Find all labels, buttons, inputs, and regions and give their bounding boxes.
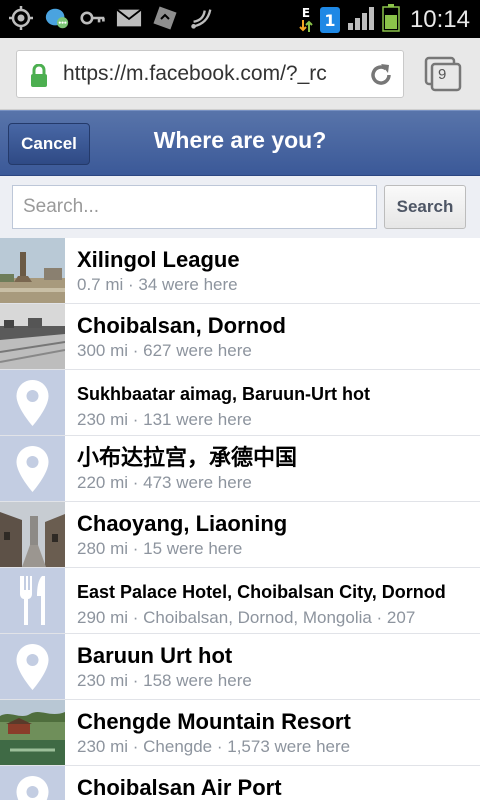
place-item[interactable]: Chengde Mountain Resort 230 mi · Chengde… — [0, 700, 480, 766]
clock: 10:14 — [409, 6, 470, 33]
pin-icon — [0, 436, 65, 501]
place-item[interactable]: 小布达拉宫，承德中国 220 mi · 473 were here — [0, 436, 480, 502]
place-item[interactable]: Choibalsan Air Port — [0, 766, 480, 800]
place-photo — [0, 700, 65, 765]
lock-icon — [29, 63, 49, 92]
place-name: 小布达拉宫，承德中国 — [77, 445, 298, 470]
search-button[interactable]: Search — [384, 185, 466, 229]
place-details: 230 mi · 131 were here — [77, 410, 252, 429]
place-photo — [0, 502, 65, 567]
place-details: 230 mi · 158 were here — [77, 671, 252, 690]
tabs-button[interactable]: 9 — [424, 56, 462, 92]
pin-icon — [0, 766, 65, 800]
place-details: 290 mi · Choibalsan, Dornod, Mongolia · … — [77, 608, 416, 627]
place-item[interactable]: Baruun Urt hot 230 mi · 158 were here — [0, 634, 480, 700]
browser-toolbar: https://m.facebook.com/?_rc 9 — [0, 38, 480, 110]
place-name: Baruun Urt hot — [77, 643, 233, 668]
page-title: Where are you? — [153, 127, 327, 153]
battery-icon — [382, 4, 400, 36]
page-header: Cancel Where are you? — [0, 110, 480, 176]
gps-icon — [8, 5, 34, 31]
nfc-icon — [188, 5, 214, 31]
fork-knife-icon — [0, 568, 65, 633]
place-item[interactable]: Sukhbaatar aimag, Baruun-Urt hot 230 mi … — [0, 370, 480, 436]
pin-icon — [0, 370, 65, 435]
place-photo — [0, 304, 65, 369]
address-bar[interactable]: https://m.facebook.com/?_rc — [16, 50, 404, 98]
pin-icon — [0, 634, 65, 699]
sim-icon: 1 — [319, 7, 340, 33]
place-details: 230 mi · Chengde · 1,573 were here — [77, 737, 351, 756]
reload-icon[interactable] — [367, 61, 395, 93]
place-name: East Palace Hotel, Choibalsan City, Dorn… — [77, 582, 446, 602]
flip-icon — [152, 5, 178, 31]
search-bar: Search — [0, 176, 480, 238]
place-photo — [0, 238, 65, 303]
signal-icon — [346, 5, 376, 35]
places-list: Xilingol League 0.7 mi · 34 were here Ch… — [0, 238, 480, 800]
status-bar: E 1 10:14 — [0, 0, 480, 38]
place-name: Sukhbaatar aimag, Baruun-Urt hot — [77, 384, 371, 404]
place-details: 280 mi · 15 were here — [77, 539, 243, 558]
place-item[interactable]: Choibalsan, Dornod 300 mi · 627 were her… — [0, 304, 480, 370]
url-text[interactable]: https://m.facebook.com/?_rc — [63, 62, 375, 86]
mail-icon — [116, 5, 142, 31]
place-item[interactable]: Chaoyang, Liaoning 280 mi · 15 were here — [0, 502, 480, 568]
data-icon: E — [298, 7, 314, 33]
place-details: 220 mi · 473 were here — [77, 473, 252, 492]
place-details: 300 mi · 627 were here — [77, 341, 252, 360]
place-details: 0.7 mi · 34 were here — [77, 275, 238, 294]
place-name: Choibalsan, Dornod — [77, 313, 286, 338]
chat-icon — [44, 5, 70, 31]
place-name: Xilingol League — [77, 247, 240, 272]
place-name: Chengde Mountain Resort — [77, 709, 351, 734]
search-input[interactable] — [12, 185, 377, 229]
tab-count: 9 — [438, 66, 447, 83]
place-item[interactable]: Xilingol League 0.7 mi · 34 were here — [0, 238, 480, 304]
data-type-label: E — [301, 6, 311, 20]
place-name: Choibalsan Air Port — [77, 775, 282, 800]
place-item[interactable]: East Palace Hotel, Choibalsan City, Dorn… — [0, 568, 480, 634]
key-icon — [80, 5, 106, 31]
place-name: Chaoyang, Liaoning — [77, 511, 288, 536]
